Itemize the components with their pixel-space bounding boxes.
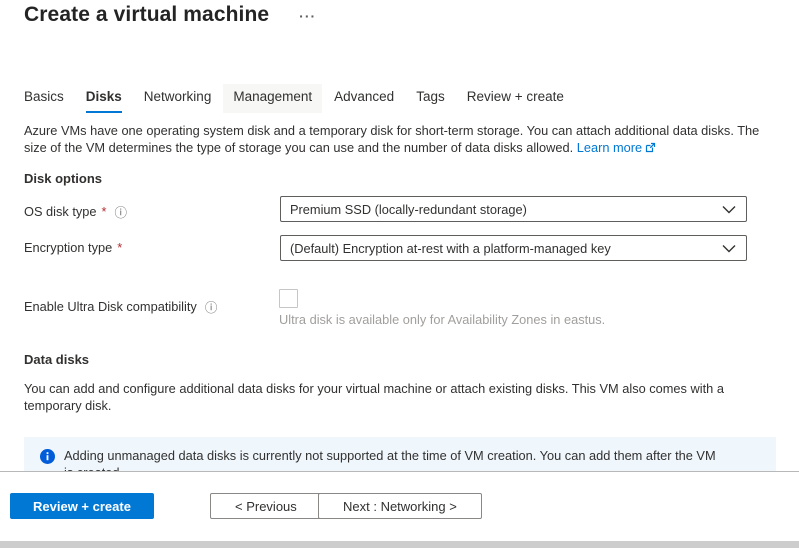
encryption-type-dropdown[interactable]: (Default) Encryption at-rest with a plat… [280, 235, 747, 261]
ultra-disk-checkbox[interactable] [279, 289, 298, 308]
required-asterisk: * [102, 204, 107, 219]
disks-description: Azure VMs have one operating system disk… [24, 122, 772, 157]
page-title: Create a virtual machine [24, 3, 269, 27]
info-filled-icon [40, 449, 55, 467]
header: Create a virtual machine ··· [24, 3, 316, 27]
tab-tags[interactable]: Tags [416, 84, 445, 113]
horizontal-scrollbar[interactable] [0, 541, 799, 548]
wizard-tabs: Basics Disks Networking Management Advan… [24, 84, 564, 113]
next-networking-button[interactable]: Next : Networking > [318, 493, 482, 519]
footer-bar: Review + create < Previous Next : Networ… [0, 471, 799, 541]
external-link-icon [645, 140, 656, 157]
os-disk-type-dropdown[interactable]: Premium SSD (locally-redundant storage) [280, 196, 747, 222]
chevron-down-icon [722, 244, 736, 253]
create-vm-page: Create a virtual machine ··· Basics Disk… [0, 0, 799, 548]
chevron-down-icon [722, 205, 736, 214]
tab-networking[interactable]: Networking [144, 84, 212, 113]
tab-advanced[interactable]: Advanced [334, 84, 394, 113]
previous-button[interactable]: < Previous [210, 493, 322, 519]
encryption-type-value: (Default) Encryption at-rest with a plat… [290, 241, 611, 256]
tab-management[interactable]: Management [223, 84, 322, 113]
disk-options-heading: Disk options [24, 171, 102, 186]
os-disk-type-value: Premium SSD (locally-redundant storage) [290, 202, 527, 217]
os-disk-type-label: OS disk type* ⓘ [24, 202, 127, 221]
data-disks-description: You can add and configure additional dat… [24, 380, 768, 414]
encryption-type-label: Encryption type* [24, 240, 122, 255]
tab-disks[interactable]: Disks [86, 84, 122, 113]
tab-basics[interactable]: Basics [24, 84, 64, 113]
review-create-button[interactable]: Review + create [10, 493, 154, 519]
tab-review-create[interactable]: Review + create [467, 84, 564, 113]
data-disks-heading: Data disks [24, 352, 89, 367]
ultra-disk-helper-text: Ultra disk is available only for Availab… [279, 312, 605, 327]
required-asterisk: * [117, 240, 122, 255]
more-options-icon[interactable]: ··· [299, 7, 316, 23]
info-icon[interactable]: ⓘ [115, 202, 128, 221]
learn-more-link[interactable]: Learn more [577, 140, 656, 155]
ultra-disk-label: Enable Ultra Disk compatibility ⓘ [24, 297, 217, 316]
info-icon[interactable]: ⓘ [205, 297, 218, 316]
